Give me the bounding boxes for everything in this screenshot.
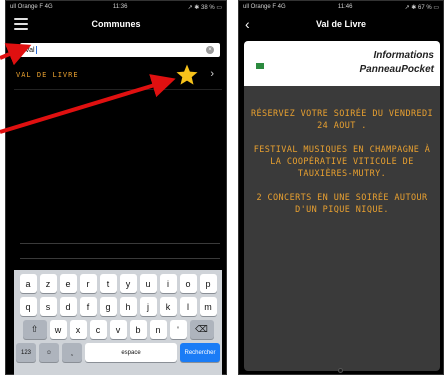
- list-divider: [20, 243, 220, 244]
- list-divider: [20, 258, 220, 259]
- space-key[interactable]: espace: [85, 343, 177, 362]
- hamburger-menu-icon[interactable]: [14, 18, 28, 30]
- key-row3-5[interactable]: n: [149, 320, 167, 339]
- microphone-key[interactable]: ̰: [62, 343, 82, 362]
- search-input[interactable]: Val ×: [20, 43, 220, 57]
- list-item-val-de-livre[interactable]: VAL DE LIVRE ›: [14, 60, 222, 90]
- key-row3-4[interactable]: b: [129, 320, 147, 339]
- battery-label: ↗ ✱ 67 % ▭: [404, 4, 439, 11]
- commune-detail-screen: ull Orange F 4G 11:46 ↗ ✱ 67 % ▭ ‹ Val d…: [238, 0, 444, 375]
- key-row3-2[interactable]: c: [89, 320, 107, 339]
- star-icon[interactable]: [175, 63, 199, 87]
- emoji-key[interactable]: ☺: [39, 343, 59, 362]
- page-indicator-dot: [338, 368, 343, 373]
- key-row3-0[interactable]: w: [49, 320, 67, 339]
- time-label: 11:36: [112, 4, 128, 10]
- key-row3-3[interactable]: v: [109, 320, 127, 339]
- carrier-label: ull Orange F 4G: [10, 4, 53, 10]
- page-title: Val de Livre: [315, 19, 367, 29]
- nav-bar: Communes: [6, 13, 226, 35]
- card-title-line-1: Informations: [373, 50, 434, 61]
- key-row1-7[interactable]: i: [159, 274, 177, 293]
- key-row2-5[interactable]: h: [119, 297, 137, 316]
- key-row1-2[interactable]: e: [59, 274, 77, 293]
- key-row2-8[interactable]: l: [179, 297, 197, 316]
- announcement-paragraph: FESTIVAL MUSIQUES EN CHAMPAGNE À LA COOP…: [253, 145, 431, 179]
- time-label: 11:46: [337, 4, 353, 10]
- key-row2-7[interactable]: k: [159, 297, 177, 316]
- key-row1-8[interactable]: o: [179, 274, 197, 293]
- text-caret: [35, 46, 37, 54]
- key-row3-6[interactable]: ': [169, 320, 187, 339]
- commune-label: VAL DE LIVRE: [16, 70, 79, 79]
- shift-key[interactable]: ⇧: [22, 320, 47, 339]
- announcement-paragraph: RÉSERVEZ VOTRE SOIRÉE DU VENDREDI 24 AOU…: [250, 109, 434, 131]
- key-row1-5[interactable]: y: [119, 274, 137, 293]
- keyboard-row-1: azertyuiop: [16, 274, 220, 293]
- carrier-label: ull Orange F 4G: [243, 4, 286, 10]
- key-row2-0[interactable]: q: [19, 297, 37, 316]
- keyboard: azertyuiop qsdfghjklm ⇧ w x c v b n ' ⌫ 123 ☺ …: [14, 270, 222, 375]
- card-body: RÉSERVEZ VOTRE SOIRÉE DU VENDREDI 24 AOU…: [244, 86, 440, 216]
- clear-search-icon[interactable]: ×: [206, 46, 214, 54]
- back-chevron-icon[interactable]: ‹: [245, 16, 250, 32]
- keyboard-row-2: qsdfghjklm: [16, 297, 220, 316]
- keyboard-row-4: 123 ☺ ̰ espace Rechercher: [16, 343, 220, 362]
- status-bar: ull Orange F 4G 11:46 ↗ ✱ 67 % ▭: [239, 1, 443, 13]
- key-row1-6[interactable]: u: [139, 274, 157, 293]
- status-bar: ull Orange F 4G 11:36 ↗ ✱ 38 % ▭: [6, 1, 226, 13]
- announcement-card: Informations PanneauPocket RÉSERVEZ VOTR…: [244, 41, 440, 371]
- key-row3-1[interactable]: x: [69, 320, 87, 339]
- keyboard-row-3: ⇧ w x c v b n ' ⌫: [16, 320, 220, 339]
- card-title-line-2: PanneauPocket: [359, 64, 434, 75]
- battery-label: ↗ ✱ 38 % ▭: [187, 4, 222, 11]
- card-header: Informations PanneauPocket: [244, 41, 440, 86]
- key-row2-6[interactable]: j: [139, 297, 157, 316]
- search-submit-key[interactable]: Rechercher: [180, 343, 220, 362]
- search-value: Val: [25, 46, 35, 54]
- key-row1-1[interactable]: z: [39, 274, 57, 293]
- chevron-right-icon: ›: [210, 68, 214, 80]
- logo-mark-icon: [256, 62, 264, 69]
- commune-logo: [256, 57, 296, 69]
- key-row2-4[interactable]: g: [99, 297, 117, 316]
- key-row1-3[interactable]: r: [79, 274, 97, 293]
- backspace-key[interactable]: ⌫: [189, 320, 214, 339]
- key-row1-9[interactable]: p: [199, 274, 217, 293]
- key-row1-4[interactable]: t: [99, 274, 117, 293]
- key-row2-1[interactable]: s: [39, 297, 57, 316]
- numbers-key[interactable]: 123: [16, 343, 36, 362]
- key-row2-2[interactable]: d: [59, 297, 77, 316]
- announcement-paragraph: 2 CONCERTS EN UNE SOIRÉE AUTOUR D'UN PIQ…: [256, 193, 428, 215]
- card-title: Informations PanneauPocket: [360, 49, 434, 77]
- key-row2-3[interactable]: f: [79, 297, 97, 316]
- page-title: Communes: [91, 19, 141, 29]
- nav-bar: ‹ Val de Livre: [239, 13, 443, 35]
- key-row1-0[interactable]: a: [19, 274, 37, 293]
- key-row2-9[interactable]: m: [199, 297, 217, 316]
